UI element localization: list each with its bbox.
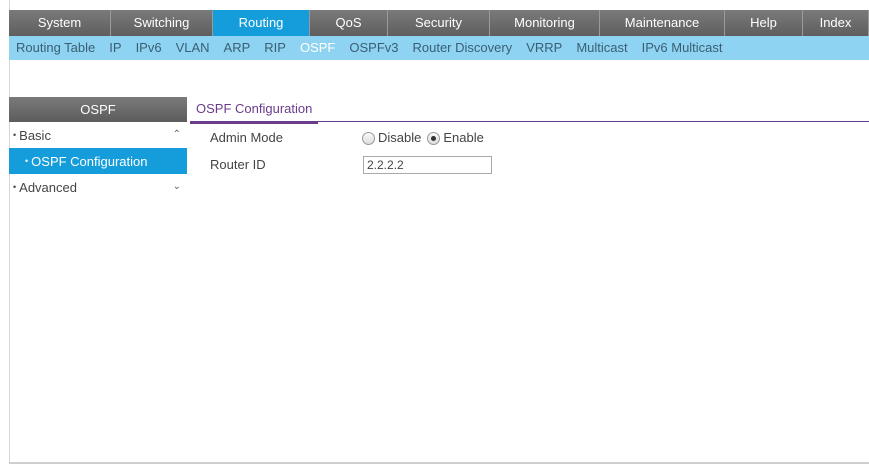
subnav-item-multicast[interactable]: Multicast: [569, 36, 634, 60]
sidebar-item-label: Advanced: [19, 180, 77, 195]
admin-mode-radio-group: Disable Enable: [362, 127, 490, 149]
chevron-up-icon[interactable]: ⌃: [173, 122, 181, 148]
top-navigation-bar: System Switching Routing QoS Security Monitor…: [9, 10, 869, 36]
subnav-item-ospf[interactable]: OSPF: [293, 36, 342, 60]
subnav-item-ip[interactable]: IP: [102, 36, 128, 60]
sub-navigation-bar: Routing Table IP IPv6 VLAN ARP RIP OSPF OSPFv3 R…: [9, 36, 869, 60]
tab-maintenance[interactable]: Maintenance: [600, 10, 725, 36]
sidebar: OSPF • Basic ⌃ • OSPF Configuration • Advanced…: [9, 97, 187, 200]
sidebar-item-advanced[interactable]: • Advanced ⌄: [9, 174, 187, 200]
subnav-item-vrrp[interactable]: VRRP: [519, 36, 569, 60]
subnav-item-ipv6-multicast[interactable]: IPv6 Multicast: [635, 36, 730, 60]
router-id-label: Router ID: [210, 157, 266, 172]
bullet-icon: •: [13, 130, 17, 140]
subnav-item-rip[interactable]: RIP: [257, 36, 293, 60]
sidebar-item-ospf-configuration[interactable]: • OSPF Configuration: [9, 148, 187, 174]
chevron-down-icon[interactable]: ⌄: [173, 174, 181, 200]
main-content: OSPF Configuration Admin Mode Disable En…: [190, 97, 869, 464]
left-frame-border: [0, 0, 10, 464]
tab-qos[interactable]: QoS: [310, 10, 388, 36]
subnav-item-routing-table[interactable]: Routing Table: [9, 36, 102, 60]
tab-ospf-configuration[interactable]: OSPF Configuration: [190, 97, 319, 124]
subnav-item-arp[interactable]: ARP: [217, 36, 258, 60]
tab-monitoring[interactable]: Monitoring: [490, 10, 600, 36]
subnav-item-ospfv3[interactable]: OSPFv3: [342, 36, 405, 60]
subnav-item-vlan[interactable]: VLAN: [169, 36, 217, 60]
disable-radio-label[interactable]: Disable: [378, 127, 421, 149]
bullet-icon: •: [25, 156, 29, 166]
sidebar-item-label: OSPF Configuration: [31, 154, 148, 169]
tab-underline-divider: [190, 121, 869, 122]
bullet-icon: •: [13, 182, 17, 192]
router-id-input[interactable]: [363, 156, 492, 174]
enable-radio[interactable]: [427, 131, 441, 145]
tab-security[interactable]: Security: [388, 10, 490, 36]
tab-system[interactable]: System: [9, 10, 111, 36]
sidebar-item-basic[interactable]: • Basic ⌃: [9, 122, 187, 148]
subnav-item-router-discovery[interactable]: Router Discovery: [405, 36, 519, 60]
sidebar-title: OSPF: [9, 97, 187, 122]
subnav-item-ipv6[interactable]: IPv6: [129, 36, 169, 60]
tab-help[interactable]: Help: [725, 10, 803, 36]
tab-index[interactable]: Index: [803, 10, 869, 36]
sidebar-item-label: Basic: [19, 128, 51, 143]
tab-routing[interactable]: Routing: [213, 10, 310, 36]
enable-radio-label[interactable]: Enable: [443, 127, 483, 149]
disable-radio[interactable]: [362, 131, 375, 145]
tab-switching[interactable]: Switching: [111, 10, 213, 36]
admin-mode-label: Admin Mode: [210, 130, 283, 145]
